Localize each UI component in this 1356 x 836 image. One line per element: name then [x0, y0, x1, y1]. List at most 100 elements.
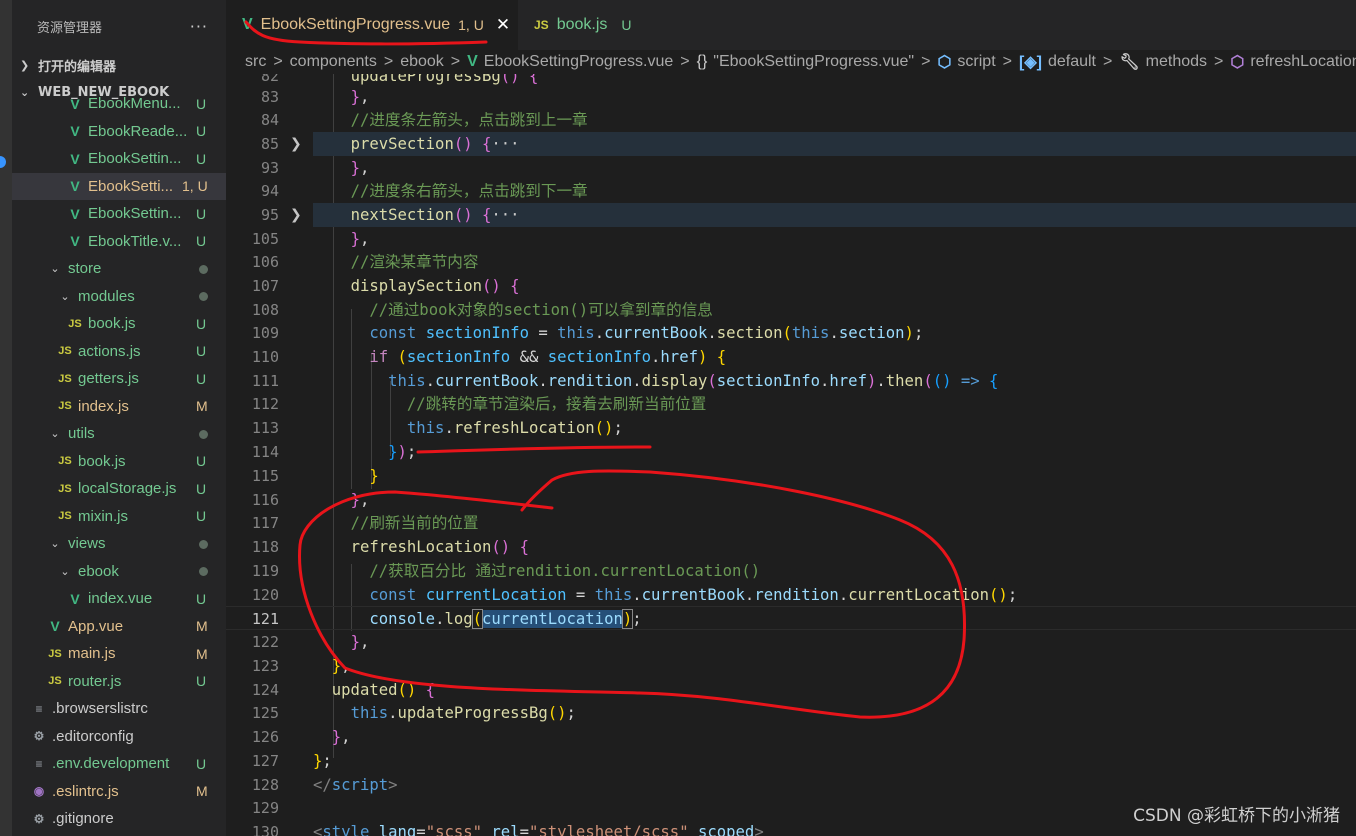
code-token: then	[885, 372, 924, 390]
file-label: App.vue	[68, 617, 124, 635]
line-number: 114	[251, 443, 279, 461]
breadcrumb-item[interactable]: components	[290, 53, 377, 71]
file-label: EbookTitle.v...	[88, 232, 182, 250]
code-token: nextSection	[350, 206, 454, 224]
code-token: updateProgressBg	[350, 74, 501, 85]
breadcrumb: src > components > ebook > V EbookSettin…	[226, 50, 1356, 74]
file-item[interactable]: V EbookSettin... U	[12, 200, 226, 227]
code-token: scoped	[697, 823, 755, 836]
git-status-dot	[196, 426, 226, 442]
code-text: },	[350, 491, 370, 509]
open-editors-section[interactable]: ❯ 打开的编辑器	[12, 52, 226, 79]
file-item[interactable]: V EbookTitle.v... U	[12, 228, 226, 255]
more-actions-icon[interactable]: ···	[190, 17, 208, 36]
breadcrumb-item[interactable]: refreshLocation	[1250, 53, 1356, 71]
line-number: 105	[251, 230, 279, 248]
file-item[interactable]: JS book.js U	[12, 448, 226, 475]
code-text: nextSection() {···	[350, 206, 520, 224]
file-item[interactable]: V EbookReade... U	[12, 118, 226, 145]
file-label: EbookSettin...	[88, 205, 182, 222]
git-status-badge: U	[196, 123, 207, 139]
breadcrumb-item[interactable]: default	[1048, 53, 1096, 71]
line-number: 110	[251, 348, 279, 366]
file-item[interactable]: JS book.js U	[12, 310, 226, 337]
code-token: console	[369, 610, 436, 628]
js-file-icon: JS	[58, 455, 72, 467]
code-line: 117 //刷新当前的位置	[226, 511, 1356, 535]
fold-chevron-right-icon[interactable]: ❯	[290, 132, 302, 156]
folder-item[interactable]: ⌄ ebook	[12, 558, 226, 585]
file-item[interactable]: JS index.js M	[12, 393, 226, 420]
code-editor[interactable]: 82 updateProgressBg() { 83 }, 84 //进度条左箭…	[226, 74, 1356, 836]
activity-bar	[0, 0, 12, 836]
chevron-down-icon: ⌄	[60, 565, 70, 578]
code-token: sectionInfo	[406, 348, 511, 366]
code-token: updateProgressBg	[397, 704, 548, 722]
breadcrumb-item[interactable]: methods	[1146, 53, 1207, 71]
file-item[interactable]: JS router.js U	[12, 668, 226, 695]
vue-file-icon: V	[70, 205, 80, 222]
code-text: });	[388, 443, 417, 461]
fold-ellipsis[interactable]: ···	[491, 135, 519, 153]
vue-file-icon: V	[467, 53, 478, 70]
file-item[interactable]: JS getters.js U	[12, 365, 226, 392]
file-label: views	[68, 535, 106, 552]
fold-chevron-right-icon[interactable]: ❯	[290, 203, 302, 227]
file-label: index.vue	[88, 590, 153, 607]
fold-ellipsis[interactable]: ···	[491, 206, 519, 224]
file-item[interactable]: V EbookSettin... U	[12, 145, 226, 172]
vue-file-icon: V	[70, 233, 80, 249]
file-label: actions.js	[78, 342, 141, 360]
file-item[interactable]: ◉ .eslintrc.js M	[12, 778, 226, 805]
line-number: 85	[260, 135, 279, 153]
file-item[interactable]: JS actions.js U	[12, 338, 226, 365]
tab-ebook-setting-progress[interactable]: V EbookSettingProgress.vue 1, U ✕	[226, 0, 518, 50]
breadcrumb-item[interactable]: "EbookSettingProgress.vue"	[713, 53, 914, 71]
code-token-selected: currentLocation	[482, 610, 623, 628]
code-line: 122 },	[226, 630, 1356, 654]
line-number: 126	[251, 728, 279, 746]
file-item[interactable]: JS localStorage.js U	[12, 475, 226, 502]
file-item[interactable]: V App.vue M	[12, 613, 226, 640]
folder-item[interactable]: ⌄ views	[12, 530, 226, 557]
code-token: //进度条左箭头，点击跳到上一章	[350, 111, 588, 129]
line-number: 93	[260, 159, 279, 177]
file-item[interactable]: ≡ .browserslistrc	[12, 695, 226, 722]
code-line: 116 },	[226, 488, 1356, 512]
file-label: EbookSettin...	[88, 150, 182, 167]
code-text: console.log(currentLocation);	[369, 609, 642, 629]
file-item[interactable]: ≡ .env.development U	[12, 750, 226, 777]
code-token: rendition	[547, 372, 633, 390]
file-item[interactable]: JS main.js M	[12, 640, 226, 667]
file-item[interactable]: JS mixin.js U	[12, 503, 226, 530]
breadcrumb-item[interactable]: EbookSettingProgress.vue	[484, 53, 673, 71]
watermark: CSDN @彩虹桥下的小淅猪	[1133, 806, 1340, 826]
folder-item[interactable]: ⌄ store	[12, 255, 226, 282]
git-status-badge: U	[196, 453, 207, 469]
breadcrumb-item[interactable]: ebook	[400, 53, 444, 71]
file-item[interactable]: V EbookMenu... U	[12, 90, 226, 117]
breadcrumb-item[interactable]: script	[957, 53, 995, 71]
file-item[interactable]: ⚙ .editorconfig	[12, 723, 226, 750]
vue-file-icon: V	[70, 150, 80, 167]
vue-file-icon: V	[242, 16, 253, 33]
file-item[interactable]: ⚙ .gitignore	[12, 805, 226, 832]
folder-item[interactable]: ⌄ modules	[12, 283, 226, 310]
code-comment: //进度条右箭头，点击跳到下一章	[313, 179, 588, 203]
code-token: currentBook	[435, 372, 539, 390]
file-item[interactable]: Vindex.vue U	[12, 585, 226, 612]
file-item[interactable]: V EbookSetti... 1, U	[12, 172, 226, 200]
code-token: this	[594, 586, 633, 604]
tab-book-js[interactable]: JS book.js U	[518, 0, 666, 50]
breadcrumb-item[interactable]: src	[245, 53, 266, 71]
code-text: this.updateProgressBg();	[350, 704, 576, 722]
code-line: 109 const sectionInfo = this.currentBook…	[226, 321, 1356, 345]
activity-indicator	[0, 156, 6, 168]
close-icon[interactable]: ✕	[496, 15, 510, 35]
git-status-dot	[196, 288, 226, 304]
code-text: },	[350, 633, 370, 651]
line-number: 111	[251, 372, 279, 390]
folder-item[interactable]: ⌄ utils	[12, 420, 226, 447]
code-token: if	[369, 348, 389, 366]
line-number: 121	[251, 610, 279, 628]
